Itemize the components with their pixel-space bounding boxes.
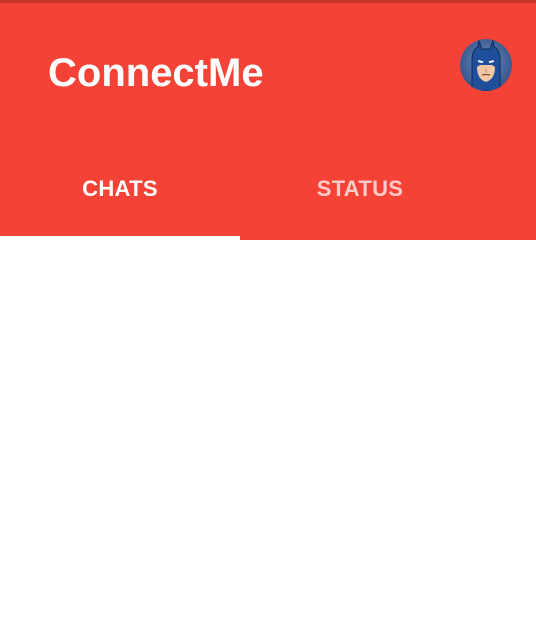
chats-content-area xyxy=(0,240,536,618)
app-title: ConnectMe xyxy=(48,51,264,95)
app-screen: ConnectMe CHATS STATUS xyxy=(0,0,536,618)
tab-chats-label: CHATS xyxy=(82,176,158,201)
tab-status-label: STATUS xyxy=(316,176,404,201)
batman-avatar-icon xyxy=(460,39,512,91)
tab-chats[interactable]: CHATS xyxy=(0,146,240,240)
app-bar: ConnectMe CHATS STATUS xyxy=(0,3,536,240)
tab-status[interactable]: STATUS xyxy=(240,146,480,240)
profile-avatar[interactable] xyxy=(460,39,512,91)
tab-bar: CHATS STATUS xyxy=(0,146,536,240)
